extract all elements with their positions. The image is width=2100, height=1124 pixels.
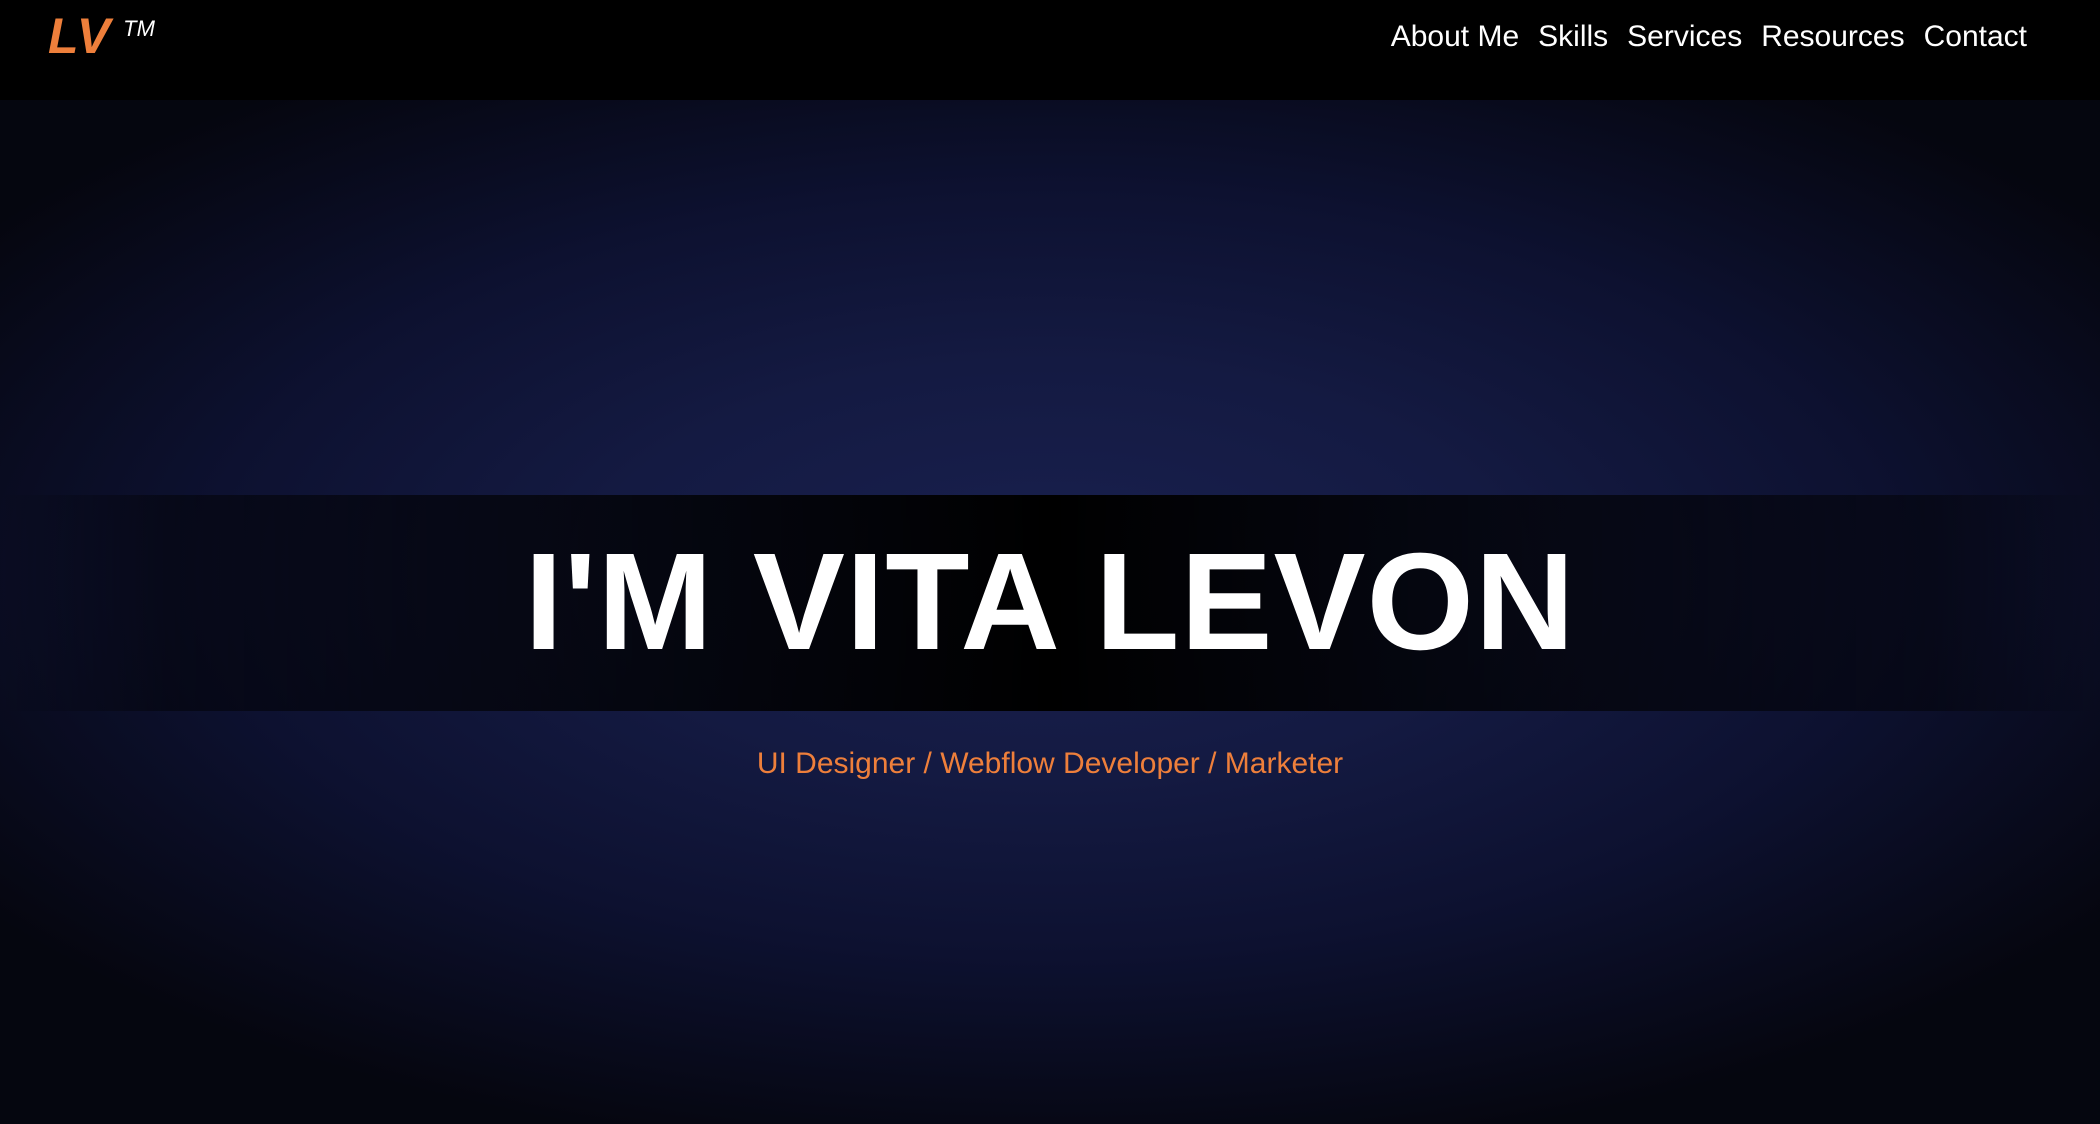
nav-link-about-me[interactable]: About Me [1391,17,1519,57]
nav-link-contact[interactable]: Contact [1924,17,2027,57]
navbar: LV TM About Me Skills Services Resources… [0,0,2100,100]
logo-link[interactable]: LV TM [48,8,155,64]
logo-mark: LV [48,8,112,64]
hero-subtitle: UI Designer / Webflow Developer / Market… [756,747,1344,780]
nav-link-resources[interactable]: Resources [1761,17,1904,57]
nav-link-services[interactable]: Services [1627,17,1742,57]
main-navigation: About Me Skills Services Resources Conta… [1391,17,2027,57]
logo-trademark: TM [123,16,155,41]
hero-title: I'M VITA LEVON [524,525,1576,679]
page: LV TM About Me Skills Services Resources… [0,0,2100,1124]
nav-link-skills[interactable]: Skills [1538,17,1608,57]
